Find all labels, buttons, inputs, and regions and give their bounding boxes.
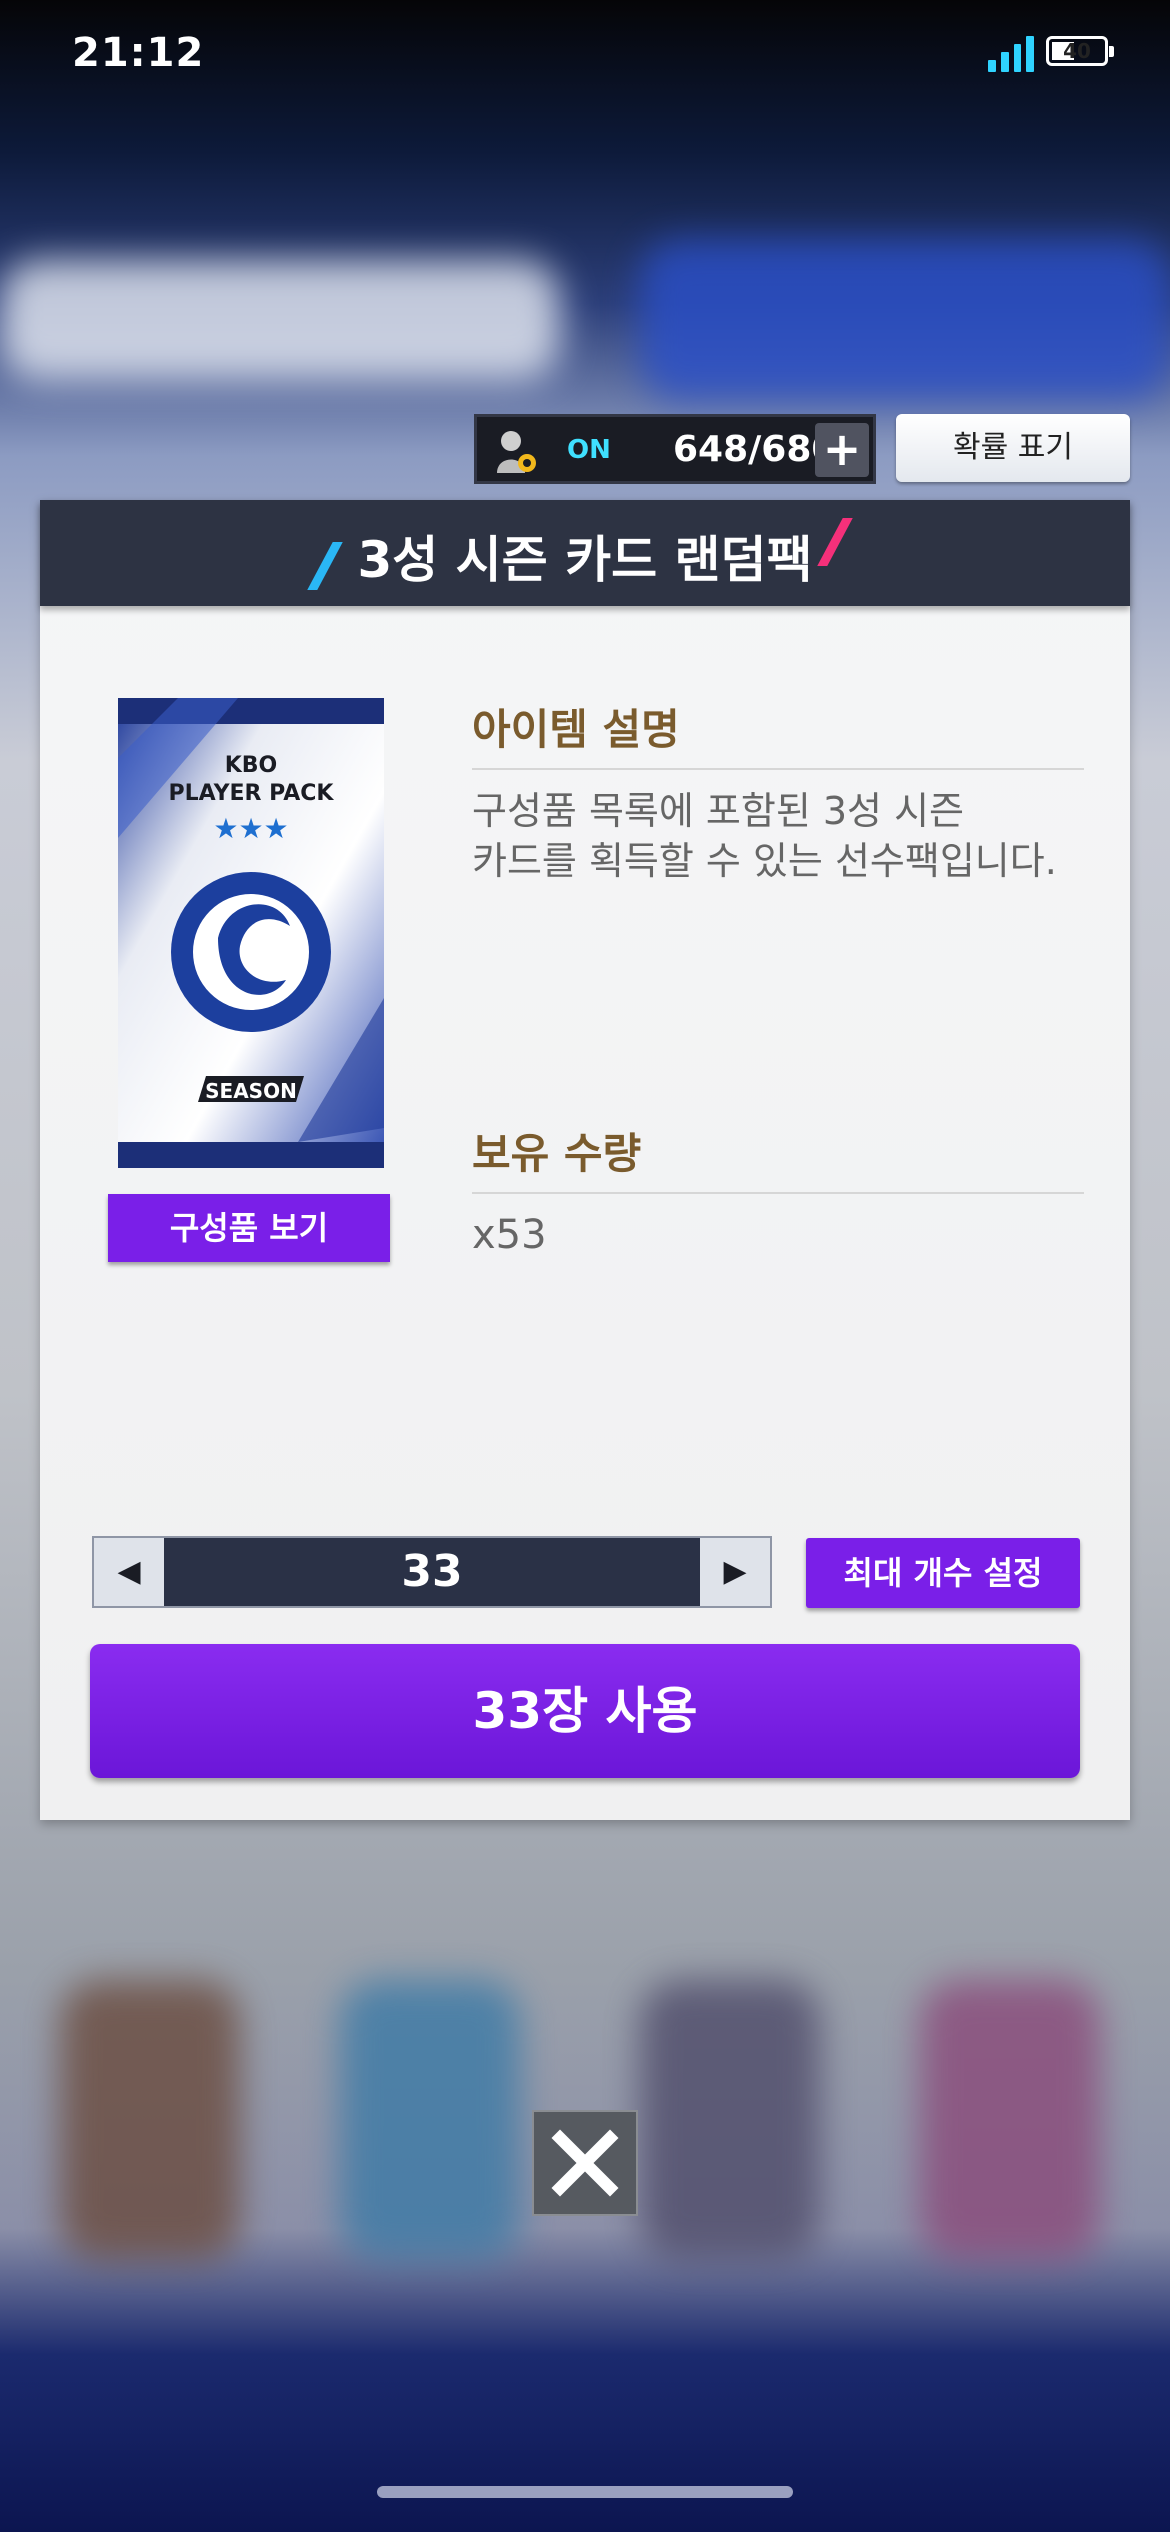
description-line: 카드를 획득할 수 있는 선수팩입니다. xyxy=(472,839,1057,883)
background-blur xyxy=(0,260,560,380)
capacity-count: 648/680 xyxy=(673,429,837,470)
background-blur xyxy=(640,1980,820,2260)
pack-stars: ★★★ xyxy=(213,812,288,845)
pack-brand-line2: PLAYER PACK xyxy=(169,781,335,806)
background-blur xyxy=(640,240,1170,400)
signal-icon xyxy=(988,34,1034,72)
increase-arrow-icon[interactable]: ▶ xyxy=(700,1538,770,1606)
pack-brand-line1: KBO xyxy=(225,753,278,778)
divider xyxy=(472,1192,1084,1194)
use-cards-button[interactable]: 33장 사용 xyxy=(90,1644,1080,1778)
add-capacity-button[interactable]: + xyxy=(815,423,869,477)
probability-button[interactable]: 확률 표기 xyxy=(896,414,1130,482)
battery-icon: 40 xyxy=(1046,36,1114,66)
player-gear-icon xyxy=(497,431,536,473)
status-time: 21:12 xyxy=(72,30,205,76)
player-pack-image: KBO PLAYER PACK ★★★ SEASON xyxy=(118,698,384,1168)
description-title: 아이템 설명 xyxy=(472,705,680,754)
background-blur xyxy=(60,1980,240,2260)
owned-title: 보유 수량 xyxy=(472,1129,642,1178)
player-capacity-counter: ON 648/680 + xyxy=(474,414,876,484)
close-icon xyxy=(551,2129,619,2197)
close-button[interactable] xyxy=(532,2110,638,2216)
divider xyxy=(472,768,1084,770)
pack-tag: SEASON xyxy=(205,1079,297,1103)
owned-quantity: x53 xyxy=(472,1212,547,1258)
status-bar: 21:12 40 xyxy=(0,0,1170,110)
view-contents-button[interactable]: 구성품 보기 xyxy=(108,1194,390,1262)
decrease-arrow-icon[interactable]: ◀ xyxy=(94,1538,164,1606)
dialog-title: 3성 시즌 카드 랜덤팩 xyxy=(357,531,813,589)
background-blur xyxy=(920,1980,1100,2260)
set-max-button[interactable]: 최대 개수 설정 xyxy=(806,1538,1080,1608)
quantity-value[interactable]: 33 xyxy=(164,1538,700,1606)
battery-level: 40 xyxy=(1063,39,1091,63)
item-dialog: 3성 시즌 카드 랜덤팩 KBO PLAYER PACK ★★★ SEASON … xyxy=(40,500,1130,1820)
quantity-stepper: ◀ 33 ▶ xyxy=(92,1536,772,1608)
background-blur xyxy=(340,1980,520,2260)
home-indicator[interactable] xyxy=(377,2486,793,2498)
dialog-header: 3성 시즌 카드 랜덤팩 xyxy=(40,500,1130,606)
description-line: 구성품 목록에 포함된 3성 시즌 xyxy=(472,789,965,833)
item-description: 구성품 목록에 포함된 3성 시즌 카드를 획득할 수 있는 선수팩입니다. xyxy=(472,786,1084,886)
capacity-status: ON xyxy=(567,435,611,465)
